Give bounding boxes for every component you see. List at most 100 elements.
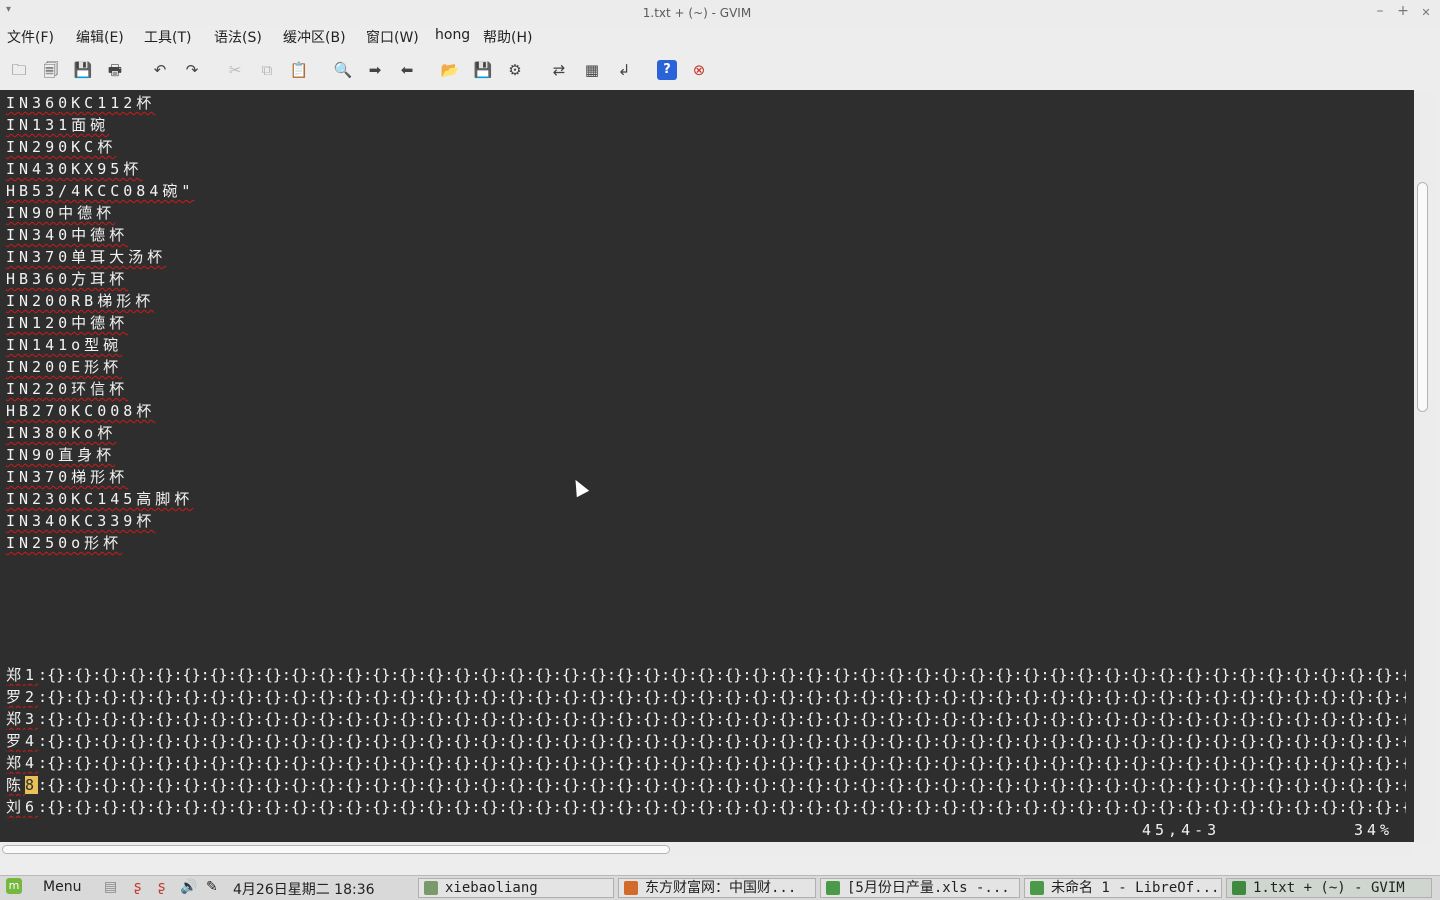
grid-row-number: 6 (25, 798, 39, 816)
minimize-button[interactable]: – (1372, 3, 1388, 19)
redo-icon[interactable]: ↷ (182, 60, 202, 80)
menu-syntax[interactable]: 语法(S) (214, 27, 262, 47)
grid-row-fields: :{}:{}:{}:{}:{}:{}:{}:{}:{}:{}:{}:{}:{}:… (38, 754, 1406, 772)
grid-row-name: 郑 (6, 754, 26, 772)
grid-row-number: 2 (25, 688, 39, 706)
text-line: IN200E形杯 (6, 358, 123, 376)
vertical-scroll-thumb[interactable] (1417, 182, 1428, 412)
toolbar: 🗀 🗐 💾 🖶 ↶ ↷ ✂ ⧉ 📋 🔍 ➡ ⬅ 📂 💾 ⚙ ⇄ ▦ ↲ ? ⊗ (0, 52, 1440, 86)
find-help-icon[interactable]: ⊗ (689, 60, 709, 80)
spreadsheet-icon (1030, 881, 1044, 895)
cut-icon[interactable]: ✂ (225, 60, 245, 80)
text-line: IN120中德杯 (6, 314, 129, 332)
shell-icon[interactable]: ▦ (582, 60, 602, 80)
spreadsheet-icon (826, 881, 840, 895)
volume-icon[interactable]: 🔊 (180, 879, 197, 895)
cursor-position: 45,4-3 (1142, 821, 1221, 839)
task-label: [5月份日产量.xls -... (847, 880, 1010, 896)
grid-row-fields: :{}:{}:{}:{}:{}:{}:{}:{}:{}:{}:{}:{}:{}:… (38, 776, 1406, 794)
menu-window[interactable]: 窗口(W) (366, 27, 419, 47)
menu-tools[interactable]: 工具(T) (144, 27, 191, 47)
grid-row-fields: :{}:{}:{}:{}:{}:{}:{}:{}:{}:{}:{}:{}:{}:… (38, 732, 1406, 750)
task-button[interactable]: 未命名 1 - LibreOf... (1024, 878, 1222, 898)
text-line: IN360KC112杯 (6, 94, 156, 112)
grid-row-number: 4 (25, 754, 39, 772)
app-launcher-icon[interactable]: ʂ (134, 879, 141, 895)
ctags-icon[interactable]: ↲ (614, 60, 634, 80)
menu-help[interactable]: 帮助(H) (483, 27, 532, 47)
grid-row-number: 1 (25, 666, 39, 684)
text-line: IN380Ko杯 (6, 424, 117, 442)
menu-bar: 文件(F) 编辑(E) 工具(T) 语法(S) 缓冲区(B) 窗口(W) hon… (0, 26, 1440, 46)
grid-row-name: 郑 (6, 710, 26, 728)
app-launcher-icon[interactable]: ʂ (158, 879, 165, 895)
text-line: IN131面碗 (6, 116, 110, 134)
text-cursor: 8 (25, 776, 39, 794)
task-label: 1.txt + (~) - GVIM (1253, 880, 1405, 896)
grid-row-fields: :{}:{}:{}:{}:{}:{}:{}:{}:{}:{}:{}:{}:{}:… (38, 688, 1406, 706)
task-button[interactable]: [5月份日产量.xls -... (820, 878, 1020, 898)
save-icon[interactable]: 💾 (73, 60, 93, 80)
task-button-active[interactable]: 1.txt + (~) - GVIM (1226, 878, 1432, 898)
undo-icon[interactable]: ↶ (150, 60, 170, 80)
grid-row-name: 刘 (6, 798, 26, 816)
help-icon[interactable]: ? (657, 60, 677, 80)
grid-row-number: 3 (25, 710, 39, 728)
load-session-icon[interactable]: 📂 (440, 60, 460, 80)
text-line: IN220环信杯 (6, 380, 129, 398)
menu-file[interactable]: 文件(F) (7, 27, 54, 47)
text-line: IN340中德杯 (6, 226, 129, 244)
grid-row-name: 罗 (6, 732, 26, 750)
folder-icon (424, 881, 438, 895)
maximize-button[interactable]: + (1395, 3, 1411, 19)
text-line: IN141o型碗 (6, 336, 123, 354)
copy-icon[interactable]: ⧉ (257, 60, 277, 80)
mint-menu-icon[interactable]: m (6, 878, 22, 894)
text-line: IN340KC339杯 (6, 512, 156, 530)
title-bar: ▾ 1.txt + (~) - GVIM – + ✕ (0, 0, 1440, 26)
text-line: IN290KC杯 (6, 138, 117, 156)
editor-area[interactable]: IN360KC112杯 IN131面碗 IN290KC杯 IN430KX95杯 … (0, 90, 1414, 842)
grid-row-name: 郑 (6, 666, 26, 684)
close-button[interactable]: ✕ (1418, 6, 1434, 19)
task-label: 东方财富网：中国财... (645, 880, 797, 896)
grid-row-name: 陈 (6, 776, 26, 794)
grid-row-fields: :{}:{}:{}:{}:{}:{}:{}:{}:{}:{}:{}:{}:{}:… (38, 710, 1406, 728)
task-button[interactable]: 东方财富网：中国财... (618, 878, 816, 898)
grid-row-name: 罗 (6, 688, 26, 706)
find-prev-icon[interactable]: ⬅ (397, 60, 417, 80)
open-icon[interactable]: 🗀 (9, 60, 29, 80)
grid-row-fields: :{}:{}:{}:{}:{}:{}:{}:{}:{}:{}:{}:{}:{}:… (38, 666, 1406, 684)
text-line: HB360方耳杯 (6, 270, 129, 288)
print-icon[interactable]: 🖶 (105, 60, 125, 80)
task-button[interactable]: xiebaoliang (418, 878, 614, 898)
task-label: 未命名 1 - LibreOf... (1051, 880, 1220, 896)
run-script-icon[interactable]: ⚙ (505, 60, 525, 80)
menu-edit[interactable]: 编辑(E) (76, 27, 124, 47)
window-title: 1.txt + (~) - GVIM (642, 6, 752, 20)
grid-row-fields: :{}:{}:{}:{}:{}:{}:{}:{}:{}:{}:{}:{}:{}:… (38, 798, 1406, 816)
menu-buffers[interactable]: 缓冲区(B) (283, 27, 346, 47)
start-menu-button[interactable]: Menu (43, 879, 81, 895)
make-icon[interactable]: ⇄ (549, 60, 569, 80)
menu-hong[interactable]: hong (435, 27, 470, 43)
input-method-icon[interactable]: ✎ (206, 879, 218, 895)
save-session-icon[interactable]: 💾 (473, 60, 493, 80)
horizontal-scroll-thumb[interactable] (2, 845, 670, 854)
text-line: IN90中德杯 (6, 204, 116, 222)
task-label: xiebaoliang (445, 880, 538, 896)
text-line: IN90直身杯 (6, 446, 116, 464)
grid-row-number: 4 (25, 732, 39, 750)
clock[interactable]: 4月26日星期二 18:36 (233, 879, 375, 899)
find-next-icon[interactable]: ➡ (365, 60, 385, 80)
find-icon[interactable]: 🔍 (333, 60, 353, 80)
firefox-icon (624, 881, 638, 895)
text-line: IN250o形杯 (6, 534, 123, 552)
save-session-icon[interactable]: 🗐 (41, 60, 61, 80)
text-line: HB270KC008杯 (6, 402, 156, 420)
files-icon[interactable]: ▤ (104, 879, 117, 895)
paste-icon[interactable]: 📋 (289, 60, 309, 80)
text-line: IN230KC145高脚杯 (6, 490, 194, 508)
text-line: IN200RB梯形杯 (6, 292, 155, 310)
text-line: IN430KX95杯 (6, 160, 143, 178)
